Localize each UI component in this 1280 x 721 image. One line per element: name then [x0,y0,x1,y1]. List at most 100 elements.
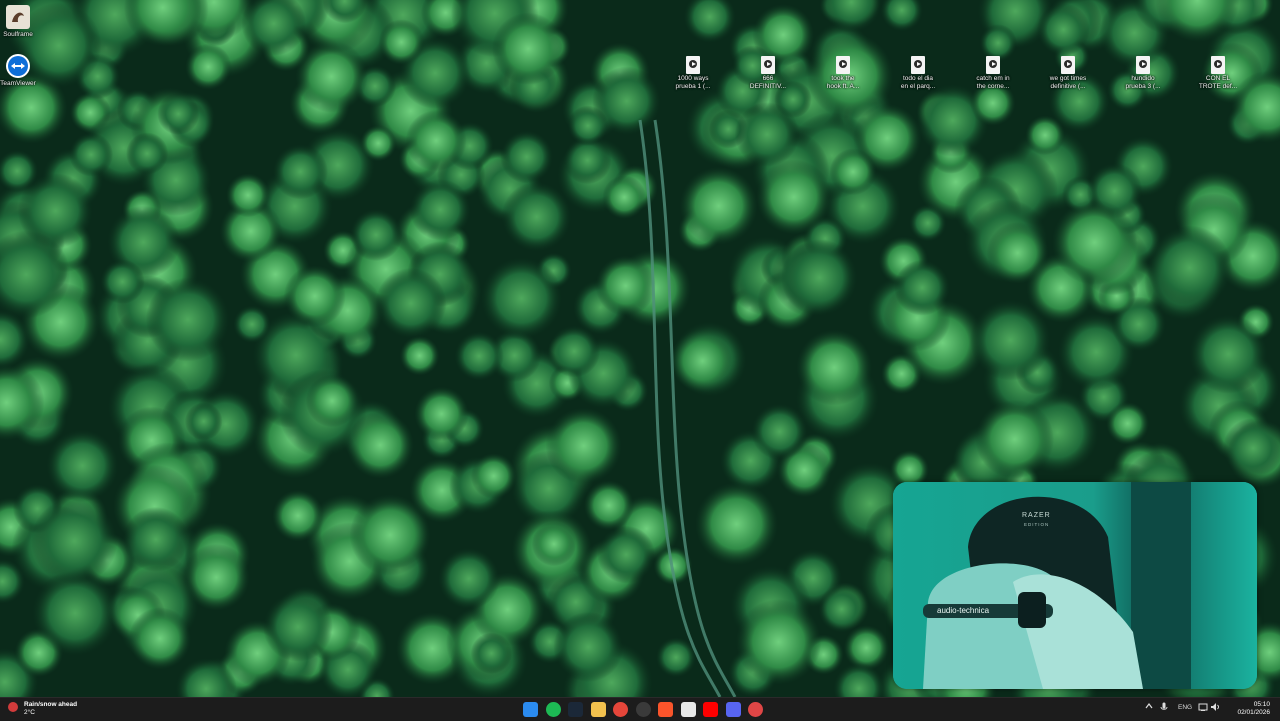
tree-canopy [1051,199,1138,286]
start-icon[interactable] [523,702,538,717]
tree-canopy [100,259,145,305]
app-icon[interactable] [748,702,763,717]
network-icon[interactable] [1198,702,1208,714]
tree-canopy [184,402,223,441]
audio-file-icon [761,56,775,74]
audio-file-icon [1136,56,1150,74]
teamviewer-icon [5,53,31,79]
tree-canopy [597,525,656,584]
chair-brand-label: RAZER [1022,512,1051,519]
weather-icon [8,702,18,712]
weather-widget[interactable]: Rain/snow ahead 2°C [8,701,77,717]
desktop-file-label: todo el dia en el parq... [900,75,936,90]
tree-canopy [145,277,230,362]
audio-file-icon [911,56,925,74]
desktop-file-label: hundido prueba 3 (... [1125,75,1161,90]
desktop-icon-teamviewer[interactable]: TeamViewer [0,53,50,88]
tree-canopy [349,208,403,262]
desktop-icon-label: TeamViewer [0,80,36,87]
tree-canopy [670,329,735,393]
tree-canopy [470,632,513,674]
brave-icon[interactable] [658,702,673,717]
tree-canopy [975,399,1055,479]
desktop-file-label: we got times definitive (... [1049,75,1087,90]
steam-icon[interactable] [568,702,583,717]
tree-canopy [126,132,169,175]
desktop-file-1[interactable]: 1000 ways prueba 1 (... [661,56,725,91]
system-clock[interactable]: 05:10 02/01/2026 [1237,701,1270,717]
tree-canopy [818,585,866,633]
desktop-file-6[interactable]: we got times definitive (... [1036,56,1100,91]
tree-canopy [1147,225,1232,310]
tree-canopy [781,239,858,316]
tree-canopy [305,374,359,428]
tree-canopy [595,255,656,316]
clock-time: 05:10 [1253,701,1270,708]
tree-canopy [360,125,397,162]
desktop-file-4[interactable]: todo el dia en el parq... [886,56,950,91]
desktop-file-label: 666 DEFINITIV... [749,75,787,90]
tree-canopy [796,329,873,406]
chair-sub-label: EDITION [1024,522,1050,527]
audio-file-icon [686,56,700,74]
desktop-file-5[interactable]: catch em in the corne... [961,56,1025,91]
tree-canopy [843,625,890,671]
tree-canopy [375,267,447,339]
desktop-file-label: took the hook ft. A... [826,75,860,90]
tree-canopy [1188,314,1268,394]
volume-icon[interactable] [1210,702,1220,714]
tree-canopy [553,611,624,683]
desktop-icon-soulframe[interactable]: Soulframe [0,4,50,39]
tree-canopy [735,599,822,685]
notepad-icon[interactable] [680,702,696,717]
tree-canopy [492,12,565,85]
tree-canopy [751,403,808,460]
desktop-file-label: CON EL TROTE def... [1198,75,1238,90]
tree-canopy [1106,401,1150,446]
tree-canopy [1025,115,1065,156]
obs-icon[interactable] [635,702,651,717]
microphone-icon[interactable] [1160,702,1168,714]
chrome-icon[interactable] [613,702,628,717]
discord-icon[interactable] [725,702,741,717]
tree-canopy [531,521,577,567]
tree-canopy [756,159,832,235]
tree-canopy [679,166,758,245]
audio-file-icon [1211,56,1225,74]
tree-canopy [123,506,189,572]
tree-canopy [233,305,271,344]
tree-canopy [602,175,647,220]
spotify-icon[interactable] [545,702,561,717]
desktop-file-2[interactable]: 666 DEFINITIV... [736,56,800,91]
file-explorer-icon[interactable] [590,702,606,717]
headphone-brand-label: audio-technica [937,606,990,615]
tree-canopy [157,92,200,135]
youtube-icon[interactable] [703,702,718,717]
tree-canopy [69,132,114,177]
desktop-file-8[interactable]: CON EL TROTE def... [1186,56,1250,91]
soulframe-icon [5,4,31,30]
tree-canopy [263,592,333,662]
audio-file-icon [1061,56,1075,74]
tree-canopy [501,181,572,252]
tree-canopy [378,19,425,66]
tree-canopy [545,407,622,484]
language-indicator[interactable]: ENG [1178,704,1192,711]
clock-date: 02/01/2026 [1237,709,1270,716]
tree-canopy [734,102,800,167]
tree-canopy [829,148,877,196]
tree-canopy [894,259,951,316]
desktop-file-3[interactable]: took the hook ft. A... [811,56,875,91]
tree-canopy [45,429,119,503]
webcam-overlay: RAZER EDITION audio-technica [893,482,1257,689]
desktop-file-label: catch em in the corne... [976,75,1010,90]
tree-canopy [346,411,415,479]
chevron-up-icon[interactable] [1145,702,1153,712]
audio-file-icon [836,56,850,74]
desktop-file-7[interactable]: hundido prueba 3 (... [1111,56,1175,91]
tree-canopy [454,331,504,381]
audio-file-icon [986,56,1000,74]
tree-canopy [583,480,635,531]
tree-canopy [500,130,554,184]
tree-canopy [128,607,192,670]
